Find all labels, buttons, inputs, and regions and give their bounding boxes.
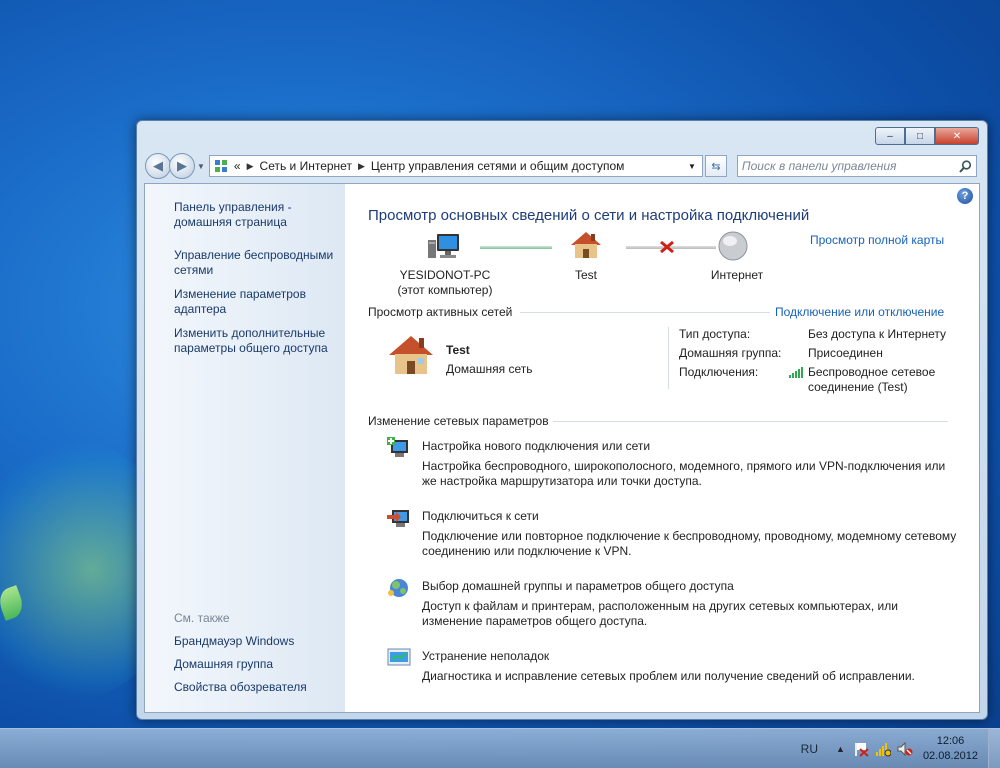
task-homegroup-desc: Доступ к файлам и принтерам, расположенн…: [422, 599, 898, 628]
close-button[interactable]: ✕: [935, 127, 979, 145]
sidebar-item-wireless[interactable]: Управление беспроводными сетями: [174, 248, 339, 278]
minimize-button[interactable]: –: [875, 127, 905, 145]
see-also-firewall[interactable]: Брандмауэр Windows: [174, 634, 339, 649]
task-troubleshoot-desc: Диагностика и исправление сетевых пробле…: [422, 669, 915, 683]
active-networks-header: Просмотр активных сетей: [368, 305, 513, 319]
task-new-connection-desc: Настройка беспроводного, широкополосного…: [422, 459, 946, 488]
network-map-name: Test: [574, 268, 597, 282]
troubleshoot-icon: [387, 648, 411, 666]
wireless-connection-link[interactable]: Беспроводное сетевое соединение (Test): [808, 365, 948, 395]
clock-date: 02.08.2012: [922, 750, 978, 762]
action-center-flag-icon[interactable]: [853, 741, 869, 757]
task-connect-link[interactable]: Подключиться к сети: [422, 509, 539, 524]
navigation-bar: ◀ ▶ ▼ « ▶ Сеть и Интернет ▶ Центр управл…: [145, 153, 979, 179]
change-settings-header: Изменение сетевых параметров: [368, 414, 549, 428]
breadcrumb-overflow[interactable]: «: [234, 159, 241, 173]
refresh-button[interactable]: ⇆: [704, 155, 727, 177]
new-connection-icon: [387, 437, 408, 457]
maximize-button[interactable]: □: [905, 127, 935, 145]
house-icon: [571, 232, 601, 258]
home-network-icon[interactable]: [387, 334, 435, 376]
task-connect-desc: Подключение или повторное подключение к …: [422, 529, 957, 558]
forward-button[interactable]: ▶: [169, 153, 195, 179]
back-button[interactable]: ◀: [145, 153, 171, 179]
computer-icon: [428, 234, 459, 258]
help-icon[interactable]: ?: [957, 188, 973, 204]
show-hidden-icons-icon[interactable]: ▲: [836, 744, 845, 754]
language-indicator[interactable]: RU: [801, 742, 818, 756]
clock[interactable]: 12:06 02.08.2012: [923, 734, 978, 764]
clock-time: 12:06: [936, 735, 965, 747]
search-placeholder: Поиск в панели управления: [741, 159, 897, 173]
sidebar: Панель управления - домашняя страница Уп…: [145, 184, 345, 712]
connect-to-network-icon: [387, 510, 409, 527]
sidebar-item-adapter[interactable]: Изменение параметров адаптера: [174, 287, 339, 317]
breadcrumb-separator-icon[interactable]: ▶: [358, 161, 365, 172]
see-also-homegroup[interactable]: Домашняя группа: [174, 657, 339, 672]
computer-name: YESIDONOT-PC: [399, 268, 491, 282]
search-input[interactable]: Поиск в панели управления: [736, 155, 977, 177]
taskbar: RU ▲ 12:06 02.08.2012: [0, 728, 1000, 768]
control-panel-icon: [214, 160, 227, 172]
task-homegroup-link[interactable]: Выбор домашней группы и параметров общег…: [422, 579, 734, 594]
sidebar-item-home[interactable]: Панель управления - домашняя страница: [174, 200, 339, 230]
show-desktop-button[interactable]: [988, 729, 1000, 768]
page-title: Просмотр основных сведений о сети и наст…: [368, 207, 810, 224]
computer-subtitle: (этот компьютер): [397, 283, 493, 297]
see-also-section: См. также Брандмауэр Windows Домашняя гр…: [174, 611, 339, 703]
network-signal-icon[interactable]: [875, 741, 891, 757]
breadcrumb-separator-icon[interactable]: ▶: [247, 161, 254, 172]
connect-disconnect-link[interactable]: Подключение или отключение: [775, 305, 944, 319]
access-type-label: Тип доступа:: [679, 327, 751, 341]
full-map-link[interactable]: Просмотр полной карты: [810, 233, 944, 247]
vertical-divider: [668, 327, 669, 389]
sidebar-item-sharing[interactable]: Изменить дополнительные параметры общего…: [174, 326, 339, 356]
address-bar[interactable]: « ▶ Сеть и Интернет ▶ Центр управления с…: [208, 155, 703, 177]
recent-pages-dropdown-icon[interactable]: ▼: [197, 162, 205, 171]
task-new-connection-link[interactable]: Настройка нового подключения или сети: [422, 439, 650, 454]
active-network-name: Test: [446, 343, 470, 357]
connection-line-ok: [480, 246, 552, 249]
section-divider: [520, 312, 770, 313]
connections-label: Подключения:: [679, 365, 759, 379]
see-also-header: См. также: [174, 611, 230, 625]
main-panel: ? Просмотр основных сведений о сети и на…: [345, 184, 979, 712]
globe-icon: [718, 231, 748, 261]
task-troubleshoot-link[interactable]: Устранение неполадок: [422, 649, 549, 664]
system-tray: RU ▲ 12:06 02.08.2012: [801, 729, 1000, 768]
address-dropdown-icon[interactable]: ▼: [688, 162, 696, 171]
control-panel-window: – □ ✕ ◀ ▶ ▼ « ▶ Сеть и Интернет ▶ Центр …: [136, 120, 988, 720]
disconnected-x-icon: [660, 240, 674, 254]
homegroup-link[interactable]: Присоединен: [808, 346, 883, 361]
internet-label: Интернет: [710, 268, 764, 282]
breadcrumb-item-network[interactable]: Сеть и Интернет: [260, 159, 352, 173]
caption-buttons: – □ ✕: [875, 127, 979, 145]
see-also-browser-properties[interactable]: Свойства обозревателя: [174, 680, 339, 695]
breadcrumb-item-network-center[interactable]: Центр управления сетями и общим доступом: [371, 159, 625, 173]
homegroup-icon: [388, 579, 408, 597]
volume-muted-icon[interactable]: [897, 741, 913, 757]
section-divider: [553, 421, 948, 422]
homegroup-label: Домашняя группа:: [679, 346, 782, 360]
network-type-link[interactable]: Домашняя сеть: [446, 362, 532, 377]
wireless-signal-icon: [789, 367, 803, 378]
search-icon[interactable]: [959, 159, 972, 173]
content-area: Панель управления - домашняя страница Уп…: [144, 183, 980, 713]
access-type-value: Без доступа к Интернету: [808, 327, 947, 341]
